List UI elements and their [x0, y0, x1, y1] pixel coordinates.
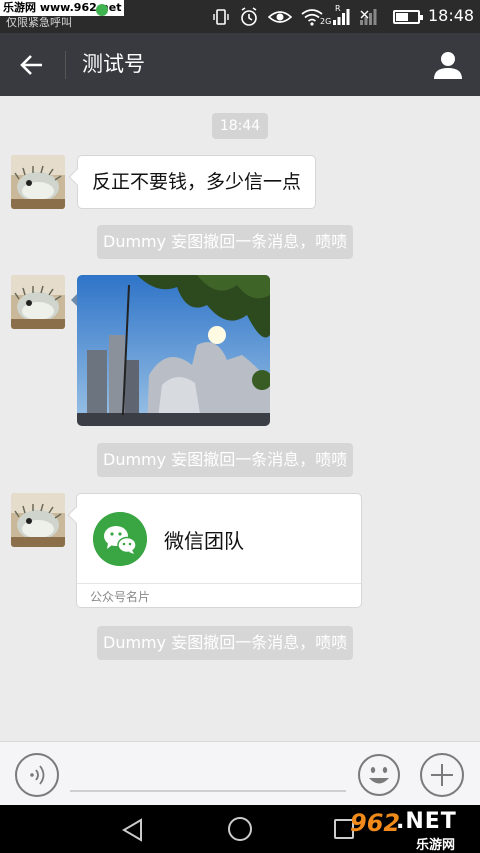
brand-watermark-logo: 962 .NET 乐游网 [350, 809, 476, 853]
official-account-card[interactable]: 微信团队 公众号名片 [67, 493, 362, 608]
input-bar [0, 741, 480, 805]
card-divider [77, 583, 361, 584]
nav-home-icon[interactable] [228, 817, 252, 841]
image-message[interactable] [77, 275, 270, 426]
message-input[interactable] [70, 790, 346, 792]
card-type-label: 公众号名片 [90, 590, 151, 604]
eye-icon [268, 11, 292, 23]
network-type-label: 2G [320, 17, 332, 26]
emergency-call-label: 仅限紧急呼叫 [6, 16, 72, 29]
roaming-label: R [335, 4, 341, 13]
profile-icon[interactable] [430, 47, 466, 83]
header-divider [65, 51, 66, 79]
vibrate-icon [213, 9, 229, 25]
brand-number: 962 [350, 809, 401, 837]
no-signal-icon [360, 9, 377, 25]
notification-dot-icon [96, 4, 108, 16]
chat-header: 测试号 [0, 33, 480, 96]
message-text: 反正不要钱，多少信一点 [92, 171, 302, 193]
recall-notice: Dummy 妄图撤回一条消息，啧啧 [97, 626, 354, 660]
recall-notice: Dummy 妄图撤回一条消息，啧啧 [97, 443, 354, 477]
battery-icon [393, 10, 423, 24]
avatar-pufferfish[interactable] [11, 155, 65, 209]
chat-title: 测试号 [82, 52, 145, 76]
plus-icon [431, 764, 453, 786]
status-bar: 乐游网 www.962.net 仅限紧急呼叫 R 2G 18:48 [0, 0, 480, 33]
alarm-icon [241, 7, 257, 26]
bubble-tail [67, 506, 85, 524]
voice-icon [30, 765, 45, 785]
brand-subtitle: 乐游网 [416, 838, 456, 853]
card-account-name: 微信团队 [164, 529, 244, 553]
nav-back-icon[interactable] [121, 818, 145, 842]
recall-notice: Dummy 妄图撤回一条消息，啧啧 [97, 225, 354, 259]
status-time: 18:48 [428, 6, 475, 25]
status-icons [212, 7, 377, 27]
voice-input-button[interactable] [15, 753, 59, 797]
avatar-pufferfish[interactable] [11, 275, 65, 329]
more-options-button[interactable] [420, 753, 464, 797]
chat-timestamp: 18:44 [212, 113, 268, 139]
battery-level [396, 13, 408, 21]
emoji-icon[interactable] [357, 753, 401, 797]
system-nav-bar: 962 .NET 乐游网 [0, 805, 480, 853]
text-message-bubble[interactable]: 反正不要钱，多少信一点 [68, 155, 317, 209]
back-arrow-icon[interactable] [14, 47, 50, 83]
avatar-pufferfish[interactable] [11, 493, 65, 547]
wechat-logo-icon [93, 512, 147, 566]
brand-net: .NET [396, 809, 457, 834]
